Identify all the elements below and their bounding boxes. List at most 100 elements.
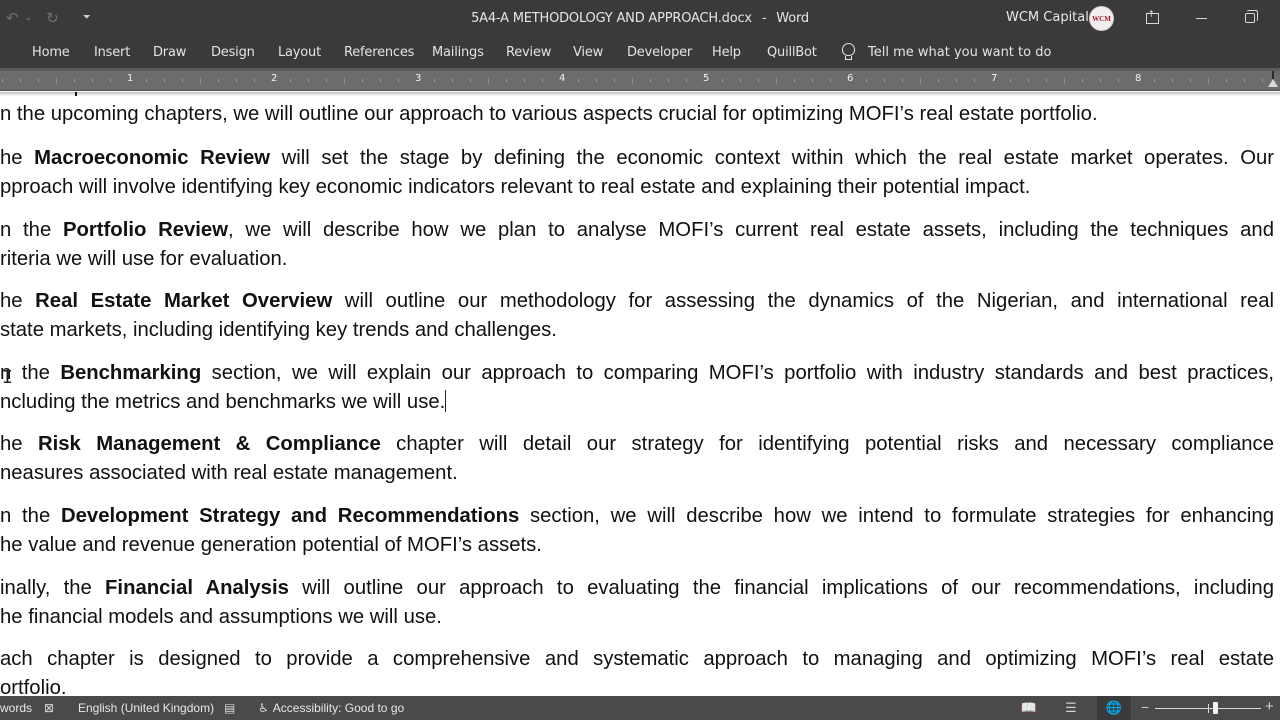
ruler-tick (524, 79, 525, 82)
document-paragraph[interactable]: he Risk Management & Compliance chapter … (0, 430, 1274, 487)
page-edge (0, 92, 1280, 96)
document-paragraph[interactable]: he Macroeconomic Review will set the sta… (0, 144, 1274, 201)
ruler-half-tick (776, 77, 777, 84)
body-text: ortfolio. (0, 676, 67, 697)
ruler-number: 5 (703, 73, 710, 84)
horizontal-ruler[interactable]: 1 2 3 4 5 6 7 8 (0, 71, 1280, 91)
document-title: 5A4-A METHODOLOGY AND APPROACH.docx (471, 11, 752, 26)
right-indent-marker[interactable] (1268, 79, 1278, 87)
ruler-tick (578, 79, 579, 82)
accessibility-icon: ♿ (258, 701, 269, 715)
web-layout-button[interactable]: 🌐 (1097, 696, 1131, 720)
ruler-tick (434, 79, 435, 82)
body-text: ncluding the metrics and benchmarks we w… (0, 390, 446, 413)
ruler-number: 1 (127, 73, 134, 84)
tab-design[interactable]: Design (211, 45, 255, 60)
tab-developer[interactable]: Developer (627, 45, 692, 60)
tab-draw[interactable]: Draw (153, 45, 186, 60)
ruler-tick (614, 79, 615, 82)
print-layout-button[interactable]: ☰ (1054, 696, 1088, 720)
ruler-tick (1244, 79, 1245, 82)
ruler-tick (1118, 79, 1119, 82)
ruler-tick (20, 79, 21, 82)
ruler-tick (1226, 79, 1227, 82)
tab-references[interactable]: References (344, 45, 414, 60)
print-layout-icon: ☰ (1065, 700, 1077, 716)
ribbon-tabs: Home Insert Draw Design Layout Reference… (0, 38, 1280, 68)
ruler-tick (290, 79, 291, 82)
web-layout-icon: 🌐 (1105, 700, 1123, 716)
ruler-half-tick (200, 77, 201, 84)
paragraph-line: state markets, including identifying key… (0, 316, 1274, 345)
tab-help[interactable]: Help (712, 45, 741, 60)
read-mode-icon: 📖 (1020, 700, 1038, 716)
ruler-tick (1190, 79, 1191, 82)
ruler-tick (884, 79, 885, 82)
avatar[interactable]: WCM (1089, 6, 1114, 31)
ruler-tick (902, 79, 903, 82)
tab-layout[interactable]: Layout (278, 45, 321, 60)
language-button[interactable]: English (United Kingdom) (78, 701, 214, 715)
bold-heading-text: Real Estate Market Overview (35, 290, 333, 312)
ruler-tick (1082, 79, 1083, 82)
ruler-tick (812, 79, 813, 82)
document-canvas[interactable]: n the upcoming chapters, we will outline… (0, 92, 1280, 696)
document-paragraph[interactable]: n the Portfolio Review, we will describe… (0, 216, 1274, 273)
minimize-button[interactable] (1187, 6, 1215, 30)
ruler-tick (308, 79, 309, 82)
ruler-number: 7 (991, 73, 998, 84)
tab-home[interactable]: Home (32, 45, 70, 60)
body-text: will outline our approach to evaluating … (288, 577, 1274, 599)
paragraph-line: neasures associated with real estate man… (0, 459, 1274, 488)
document-paragraph[interactable]: n the Development Strategy and Recommend… (0, 502, 1274, 559)
paragraph-line: n the upcoming chapters, we will outline… (0, 100, 1274, 129)
text-cursor (445, 389, 447, 412)
word-count[interactable]: words (0, 701, 32, 715)
read-mode-button[interactable]: 📖 (1012, 696, 1046, 720)
tab-quillbot[interactable]: QuillBot (767, 45, 817, 60)
tab-review[interactable]: Review (506, 45, 551, 60)
ruler-tick (74, 79, 75, 82)
tab-view[interactable]: View (573, 45, 603, 60)
word-count-text: words (0, 701, 33, 715)
ribbon-display-options-button[interactable] (1138, 6, 1166, 30)
zoom-out-button[interactable]: − (1141, 699, 1149, 715)
tell-me-placeholder[interactable]: Tell me what you want to do (868, 45, 1051, 60)
ruler-half-tick (56, 77, 57, 84)
ruler-tick (956, 79, 957, 82)
status-bar: words ⊠ English (United Kingdom) ▤ ♿ Acc… (0, 696, 1280, 720)
body-text: he (0, 290, 36, 312)
account-name[interactable]: WCM Capital (1006, 10, 1089, 25)
body-text: will set the stage by defining the econo… (270, 147, 1275, 169)
zoom-in-button[interactable]: + (1265, 698, 1274, 715)
paragraph-line: he value and revenue generation potentia… (0, 531, 1274, 560)
zoom-slider-thumb[interactable] (1213, 702, 1219, 714)
ruler-number: 4 (559, 73, 566, 84)
document-paragraph[interactable]: n the Benchmarking section, we will expl… (0, 359, 1274, 416)
ruler-tick (686, 79, 687, 82)
ruler-tick (326, 79, 327, 82)
restore-button[interactable] (1236, 6, 1264, 30)
proofing-button[interactable]: ⊠ (44, 701, 54, 715)
ruler-tick (1172, 79, 1173, 82)
body-text: n the upcoming chapters, we will outline… (0, 103, 1098, 125)
bold-heading-text: Risk Management & Compliance (38, 433, 381, 455)
tab-mailings[interactable]: Mailings (432, 45, 484, 60)
paragraph-line: ncluding the metrics and benchmarks we w… (0, 388, 1274, 417)
ruler-tick (506, 79, 507, 82)
document-paragraph[interactable]: n the upcoming chapters, we will outline… (0, 100, 1274, 129)
accessibility-button[interactable]: ♿ Accessibility: Good to go (258, 701, 404, 715)
ruler-half-tick (344, 77, 345, 84)
ruler-tick (596, 79, 597, 82)
minimize-icon (1195, 17, 1207, 19)
tab-insert[interactable]: Insert (94, 45, 130, 60)
document-paragraph[interactable]: he Real Estate Market Overview will outl… (0, 287, 1274, 344)
text-predictions-button[interactable]: ▤ (224, 701, 235, 715)
ruler-tick (740, 79, 741, 82)
document-paragraph[interactable]: ach chapter is designed to provide a com… (0, 645, 1274, 696)
tell-me-search[interactable]: Tell me what you want to do (841, 43, 1051, 62)
ruler-tick (974, 79, 975, 82)
document-paragraph[interactable]: inally, the Financial Analysis will outl… (0, 574, 1274, 631)
ruler-tick (1010, 79, 1011, 82)
avatar-text: WCM (1092, 14, 1111, 23)
